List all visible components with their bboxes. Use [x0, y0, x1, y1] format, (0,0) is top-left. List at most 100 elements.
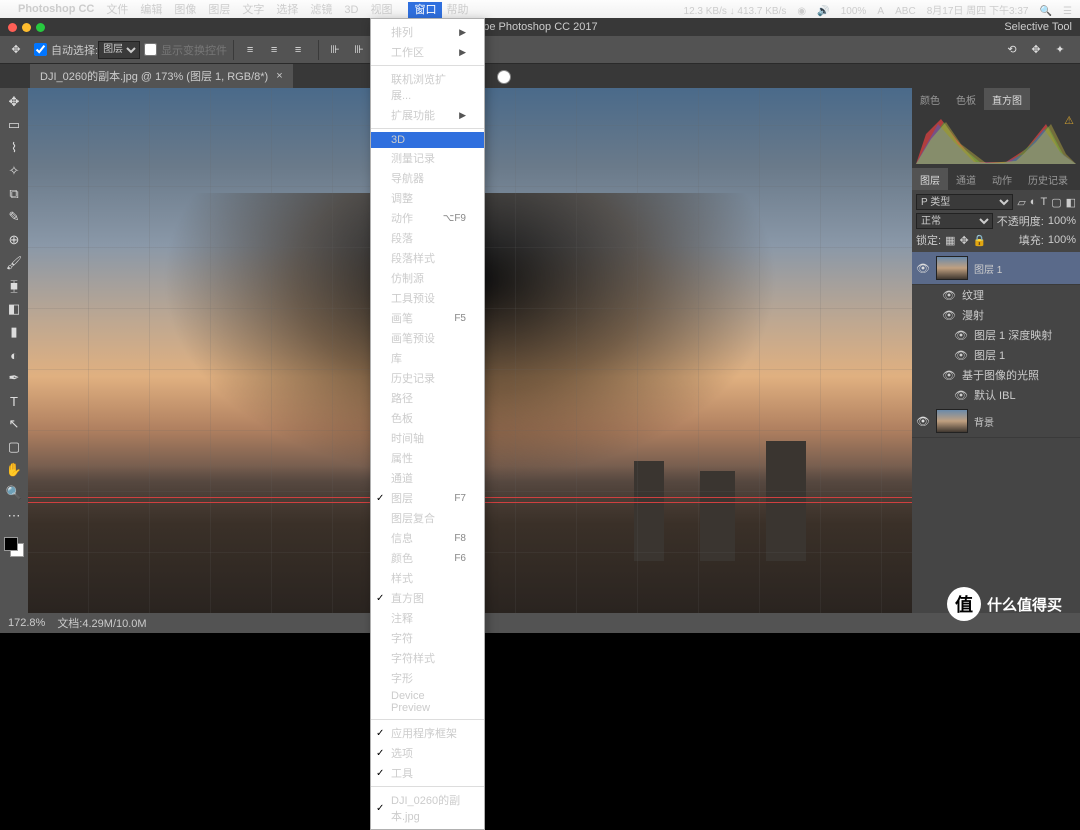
layer-row[interactable]: 👁背景 [912, 405, 1080, 438]
sublayer-row[interactable]: 👁默认 IBL [912, 385, 1080, 405]
layer-thumbnail[interactable] [936, 256, 968, 280]
wand-tool[interactable]: ✧ [3, 161, 25, 181]
histogram-warning-icon[interactable]: ⚠ [1064, 114, 1074, 127]
histogram[interactable]: ⚠ [912, 110, 1080, 168]
menu-item[interactable]: 扩展功能▶ [371, 105, 484, 125]
sublayer-row[interactable]: 👁图层 1 深度映射 [912, 325, 1080, 345]
menu-item[interactable]: Device Preview [371, 688, 484, 716]
path-tool[interactable]: ↖ [3, 414, 25, 434]
ime-icon[interactable]: A [877, 6, 884, 17]
filter-adjust-icon[interactable]: ◐ [1030, 196, 1037, 208]
menu-item[interactable]: 画笔F5 [371, 308, 484, 328]
edit-toolbar[interactable]: ⋯ [3, 506, 25, 526]
panel-tab[interactable]: 历史记录 [1020, 168, 1076, 191]
filter-type-icon[interactable]: T [1040, 196, 1047, 208]
menu-帮助[interactable]: 帮助 [446, 4, 468, 16]
panel-tab[interactable]: 图层 [912, 168, 948, 191]
3d-orbit-icon[interactable]: ⟲ [1002, 40, 1022, 60]
filter-shape-icon[interactable]: ▢ [1051, 196, 1061, 209]
menu-item[interactable]: 测量记录 [371, 148, 484, 168]
panel-tab[interactable]: 直方图 [984, 88, 1030, 111]
spotlight-icon[interactable]: 🔍 [1040, 6, 1052, 17]
lock-pixels-icon[interactable]: ▦ [945, 234, 955, 247]
menu-item[interactable]: 历史记录 [371, 368, 484, 388]
visibility-icon[interactable]: 👁 [954, 389, 968, 402]
volume-icon[interactable]: 🔊 [817, 6, 829, 17]
fill-value[interactable]: 100% [1048, 234, 1076, 246]
show-transform-checkbox[interactable] [144, 43, 157, 56]
lock-all-icon[interactable]: 🔒 [973, 234, 987, 247]
eyedropper-tool[interactable]: ✎ [3, 207, 25, 227]
panel-tab[interactable]: 色板 [948, 88, 984, 111]
menu-item[interactable]: 排列▶ [371, 22, 484, 42]
brush-tool[interactable]: 🖌 [3, 253, 25, 273]
menu-item[interactable]: 属性 [371, 448, 484, 468]
stamp-tool[interactable]: ⧯ [3, 276, 25, 296]
menu-选择[interactable]: 选择 [276, 4, 298, 16]
heal-tool[interactable]: ⊕ [3, 230, 25, 250]
menu-item[interactable]: 导航器 [371, 168, 484, 188]
menu-item[interactable]: 3D [371, 132, 484, 148]
menu-item[interactable]: 时间轴 [371, 428, 484, 448]
marquee-tool[interactable]: ▭ [3, 115, 25, 135]
document-tab[interactable]: DJI_0260的副本.jpg @ 173% (图层 1, RGB/8*) × [30, 64, 293, 88]
zoom-tool[interactable]: 🔍 [3, 483, 25, 503]
wifi-icon[interactable]: ◉ [797, 6, 806, 17]
move-tool[interactable]: ✥ [3, 92, 25, 112]
menu-item[interactable]: 段落样式 [371, 248, 484, 268]
align-icon[interactable]: ≡ [240, 40, 260, 60]
visibility-icon[interactable]: 👁 [942, 289, 956, 302]
layers-list[interactable]: 👁图层 1👁纹理👁漫射👁图层 1 深度映射👁图层 1👁基于图像的光照👁默认 IB… [912, 252, 1080, 613]
menu-item[interactable]: DJI_0260的副本.jpg [371, 790, 484, 826]
layer-thumbnail[interactable] [936, 409, 968, 433]
type-tool[interactable]: T [3, 391, 25, 411]
visibility-icon[interactable]: 👁 [916, 262, 930, 275]
menu-item[interactable]: 字符样式 [371, 648, 484, 668]
menu-item[interactable]: 工作区▶ [371, 42, 484, 62]
panel-tab[interactable]: 动作 [984, 168, 1020, 191]
menu-item[interactable]: 颜色F6 [371, 548, 484, 568]
menu-item[interactable]: 画笔预设 [371, 328, 484, 348]
lasso-tool[interactable]: ⌇ [3, 138, 25, 158]
menu-窗口[interactable]: 窗口 [408, 2, 442, 18]
3d-pan-icon[interactable]: ✥ [1026, 40, 1046, 60]
menu-item[interactable]: 通道 [371, 468, 484, 488]
visibility-icon[interactable]: 👁 [942, 309, 956, 322]
menu-item[interactable]: 库 [371, 348, 484, 368]
menu-视图[interactable]: 视图 [370, 4, 392, 16]
color-swatch[interactable] [4, 537, 24, 557]
menu-文件[interactable]: 文件 [106, 4, 128, 16]
menu-item[interactable]: 图层复合 [371, 508, 484, 528]
battery-icon[interactable]: 100% [841, 6, 867, 17]
clock[interactable]: 8月17日 周四 下午3:37 [927, 6, 1029, 17]
layer-row[interactable]: 👁图层 1 [912, 252, 1080, 285]
visibility-icon[interactable]: 👁 [942, 369, 956, 382]
auto-select-checkbox[interactable] [34, 43, 47, 56]
menu-item[interactable]: 联机浏览扩展... [371, 69, 484, 105]
align-icon[interactable]: ≡ [264, 40, 284, 60]
menu-图层[interactable]: 图层 [208, 4, 230, 16]
3d-light-widget[interactable] [497, 70, 511, 84]
menu-item[interactable]: 动作⌥F9 [371, 208, 484, 228]
panel-tab[interactable]: 颜色 [912, 88, 948, 111]
app-name[interactable]: Photoshop CC [18, 3, 94, 15]
menu-item[interactable]: 工具 [371, 763, 484, 783]
distribute-icon[interactable]: ⊪ [349, 40, 369, 60]
menu-item[interactable]: 字符 [371, 628, 484, 648]
blend-mode[interactable]: 正常 [916, 213, 993, 229]
visibility-icon[interactable]: 👁 [954, 349, 968, 362]
menu-item[interactable]: 注释 [371, 608, 484, 628]
menu-item[interactable]: 字形 [371, 668, 484, 688]
menu-文字[interactable]: 文字 [242, 4, 264, 16]
menu-item[interactable]: 直方图 [371, 588, 484, 608]
menu-item[interactable]: 选项 [371, 743, 484, 763]
gradient-tool[interactable]: ▮ [3, 322, 25, 342]
pen-tool[interactable]: ✒ [3, 368, 25, 388]
opacity-value[interactable]: 100% [1048, 215, 1076, 227]
menu-item[interactable]: 图层F7 [371, 488, 484, 508]
doc-size[interactable]: 文档:4.29M/10.0M [57, 615, 146, 631]
sublayer-row[interactable]: 👁基于图像的光照 [912, 365, 1080, 385]
auto-select-target[interactable]: 图层 [98, 41, 140, 59]
shape-tool[interactable]: ▢ [3, 437, 25, 457]
menu-item[interactable]: 调整 [371, 188, 484, 208]
